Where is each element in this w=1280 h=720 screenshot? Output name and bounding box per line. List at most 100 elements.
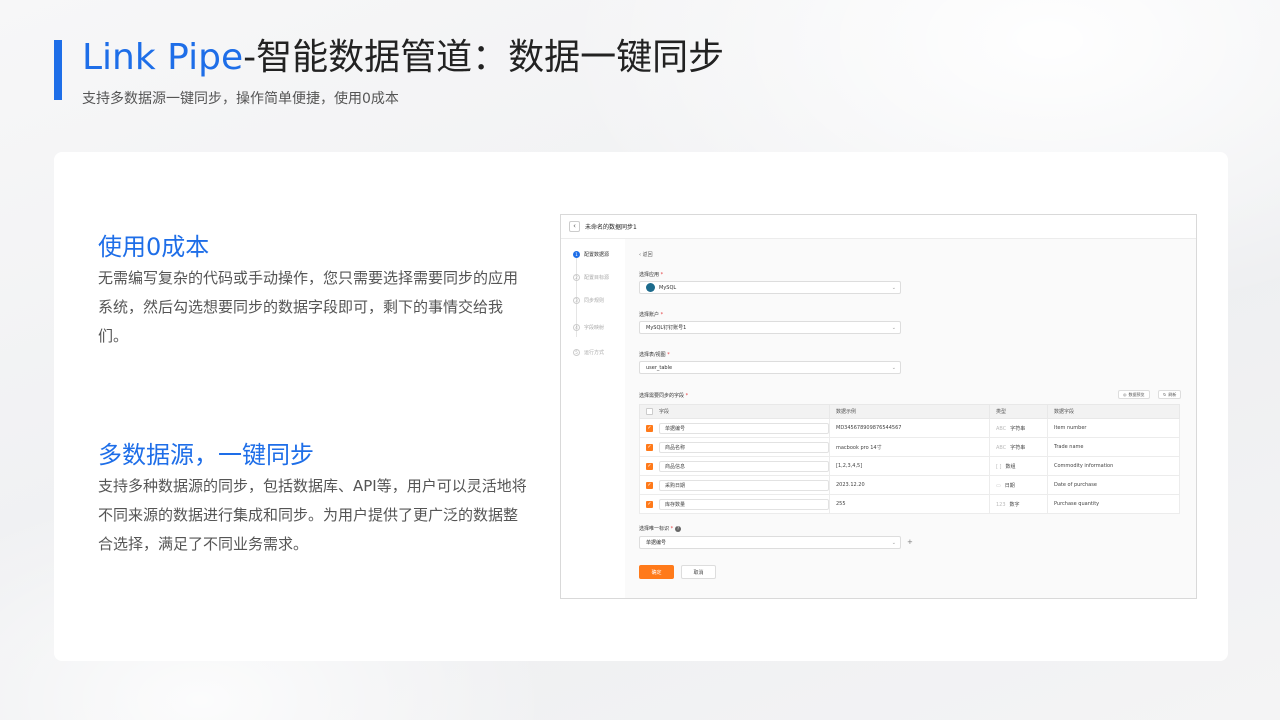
step-number-icon: 3 bbox=[573, 297, 580, 304]
step-number-icon: 5 bbox=[573, 349, 580, 356]
feature-multi-source: 多数据源，一键同步 支持多种数据源的同步，包括数据库、API等，用户可以灵活地将… bbox=[98, 440, 528, 559]
mysql-icon bbox=[646, 283, 655, 292]
chevron-down-icon: ⌄ bbox=[891, 285, 896, 291]
product-screenshot: ‹ 未命名的数据同步1 1 配置数据源 2 配置目标源 3 同步规则 4 字段映射 5运… bbox=[560, 214, 1197, 599]
back-icon[interactable]: ‹ bbox=[569, 221, 580, 232]
step-label: 配置目标源 bbox=[584, 275, 610, 281]
string-type-icon: ABC bbox=[996, 425, 1007, 432]
field-name-input[interactable]: 商品名称 bbox=[659, 441, 829, 453]
row-checkbox[interactable]: ✓ bbox=[646, 500, 653, 508]
config-form: ‹ 返回 选择应用 * MySQL ⌄ 选择账户 * MySQL钉钉账号1 ⌄ 选择… bbox=[625, 239, 1196, 598]
chevron-down-icon: ⌄ bbox=[891, 540, 896, 546]
example-cell: 255 bbox=[829, 494, 990, 514]
app-select[interactable]: MySQL ⌄ bbox=[639, 281, 901, 294]
feature-text: 无需编写复杂的代码或手动操作，您只需要选择需要同步的应用系统，然后勾选想要同步的… bbox=[98, 269, 519, 345]
step-item-5[interactable]: 5 运行方式 bbox=[573, 349, 604, 356]
step-number-icon: 1 bbox=[573, 251, 580, 258]
step-item-2[interactable]: 2 配置目标源 bbox=[573, 274, 609, 281]
confirm-button[interactable]: 确定 bbox=[639, 565, 674, 579]
example-cell: MD345678909876544567 bbox=[829, 418, 990, 438]
table-row: ✓ 商品信息 [1,2,3,4,5] [ ] 数组 Commodity inform… bbox=[639, 456, 1180, 476]
row-checkbox[interactable]: ✓ bbox=[646, 424, 653, 432]
field-name-input[interactable]: 商品信息 bbox=[659, 460, 829, 472]
table-select-value: user_table bbox=[646, 364, 673, 371]
eye-icon: ◎ bbox=[1123, 392, 1127, 397]
row-checkbox[interactable]: ✓ bbox=[646, 443, 653, 451]
add-icon[interactable]: + bbox=[907, 538, 913, 546]
table-row: ✓ 单据编号 MD345678909876544567 ABC 字符串 Item n… bbox=[639, 418, 1180, 438]
type-cell: 数组 bbox=[1005, 463, 1016, 470]
step-label: 字段映射 bbox=[584, 325, 605, 331]
step-item-4[interactable]: 4 字段映射 bbox=[573, 324, 604, 331]
step-nav: 1 配置数据源 2 配置目标源 3 同步规则 4 字段映射 5 运行方式 bbox=[561, 239, 625, 598]
field-name-input[interactable]: 库存数量 bbox=[659, 498, 829, 510]
table-row: ✓ 库存数量 255 123 数字 Purchase quantity bbox=[639, 494, 1180, 514]
screenshot-window-title: 未命名的数据同步1 bbox=[585, 224, 637, 231]
step-number-icon: 2 bbox=[573, 274, 580, 281]
example-cell: macbook pro 14寸 bbox=[829, 437, 990, 457]
account-label: 选择账户 * bbox=[639, 312, 664, 318]
step-item-1[interactable]: 1 配置数据源 bbox=[573, 251, 609, 258]
column-header: 类型 bbox=[989, 404, 1048, 419]
target-cell: Trade name bbox=[1047, 437, 1180, 457]
field-name-input[interactable]: 单据编号 bbox=[659, 422, 829, 434]
target-cell: Commodity information bbox=[1047, 456, 1180, 476]
unique-key-label: 选择唯一标识 *? bbox=[639, 526, 682, 532]
unique-key-value: 单据编号 bbox=[646, 540, 667, 546]
table-row: ✓ 采购日期 2023.12.20 ▭ 日期 Date of purchase bbox=[639, 475, 1180, 495]
array-type-icon: [ ] bbox=[996, 463, 1002, 470]
table-row: ✓ 商品名称 macbook pro 14寸 ABC 字符串 Trade name bbox=[639, 437, 1180, 457]
feature-title: 使用0成本 bbox=[98, 233, 210, 261]
help-icon[interactable]: ? bbox=[675, 526, 682, 532]
example-cell: 2023.12.20 bbox=[829, 475, 990, 495]
unique-key-select[interactable]: 单据编号 ⌄ bbox=[639, 536, 901, 549]
chevron-down-icon: ⌄ bbox=[891, 325, 896, 331]
target-cell: Purchase quantity bbox=[1047, 494, 1180, 514]
title-accent-bar bbox=[54, 40, 62, 100]
feature-title: 多数据源，一键同步 bbox=[98, 441, 314, 469]
type-cell: 字符串 bbox=[1010, 444, 1026, 451]
field-name-input[interactable]: 采购日期 bbox=[659, 479, 829, 491]
cancel-button[interactable]: 取消 bbox=[681, 565, 716, 579]
column-header: 数据字段 bbox=[1047, 404, 1180, 419]
refresh-button[interactable]: ↻ 刷新 bbox=[1158, 390, 1182, 399]
table-header-row: 字段 数据示例 类型 数据字段 bbox=[639, 404, 1180, 419]
column-header: 字段 bbox=[639, 404, 830, 419]
step-label: 运行方式 bbox=[584, 350, 605, 356]
date-type-icon: ▭ bbox=[996, 482, 1001, 489]
content-card: 使用0成本 无需编写复杂的代码或手动操作，您只需要选择需要同步的应用系统，然后勾… bbox=[54, 152, 1228, 661]
select-all-checkbox[interactable] bbox=[646, 408, 653, 415]
app-label: 选择应用 * bbox=[639, 272, 664, 278]
back-link[interactable]: ‹ 返回 bbox=[639, 251, 653, 258]
chevron-down-icon: ⌄ bbox=[891, 365, 896, 371]
column-header: 数据示例 bbox=[829, 404, 990, 419]
type-cell: 日期 bbox=[1004, 482, 1015, 489]
number-type-icon: 123 bbox=[996, 501, 1006, 508]
page-title: Link Pipe-智能数据管道：数据一键同步 bbox=[82, 38, 724, 78]
target-cell: Date of purchase bbox=[1047, 475, 1180, 495]
string-type-icon: ABC bbox=[996, 444, 1007, 451]
step-label: 同步规则 bbox=[584, 298, 605, 304]
feature-zero-cost: 使用0成本 无需编写复杂的代码或手动操作，您只需要选择需要同步的应用系统，然后勾… bbox=[98, 232, 528, 351]
app-select-value: MySQL bbox=[659, 284, 677, 291]
page-subtitle: 支持多数据源一键同步，操作简单便捷，使用0成本 bbox=[82, 91, 399, 107]
table-label: 选择表/视图 * bbox=[639, 352, 670, 358]
account-select[interactable]: MySQL钉钉账号1 ⌄ bbox=[639, 321, 901, 334]
refresh-icon: ↻ bbox=[1163, 392, 1167, 397]
title-brand: Link Pipe bbox=[82, 37, 244, 78]
fields-table: 字段 数据示例 类型 数据字段 ✓ 单据编号 MD3456789098765445… bbox=[639, 404, 1180, 514]
row-checkbox[interactable]: ✓ bbox=[646, 462, 653, 470]
type-cell: 数字 bbox=[1009, 501, 1020, 508]
fields-label: 选择需要同步的字段 * bbox=[639, 393, 689, 399]
screenshot-topbar: ‹ 未命名的数据同步1 bbox=[561, 215, 1196, 239]
row-checkbox[interactable]: ✓ bbox=[646, 481, 653, 489]
step-item-3[interactable]: 3 同步规则 bbox=[573, 297, 604, 304]
account-select-value: MySQL钉钉账号1 bbox=[646, 325, 687, 331]
target-cell: Item number bbox=[1047, 418, 1180, 438]
table-select[interactable]: user_table ⌄ bbox=[639, 361, 901, 374]
example-cell: [1,2,3,4,5] bbox=[829, 456, 990, 476]
type-cell: 字符串 bbox=[1010, 425, 1026, 432]
feature-text: 支持多种数据源的同步，包括数据库、API等，用户可以灵活地将不同来源的数据进行集… bbox=[98, 477, 527, 553]
step-number-icon: 4 bbox=[573, 324, 580, 331]
preview-button[interactable]: ◎ 数据预览 bbox=[1118, 390, 1150, 399]
